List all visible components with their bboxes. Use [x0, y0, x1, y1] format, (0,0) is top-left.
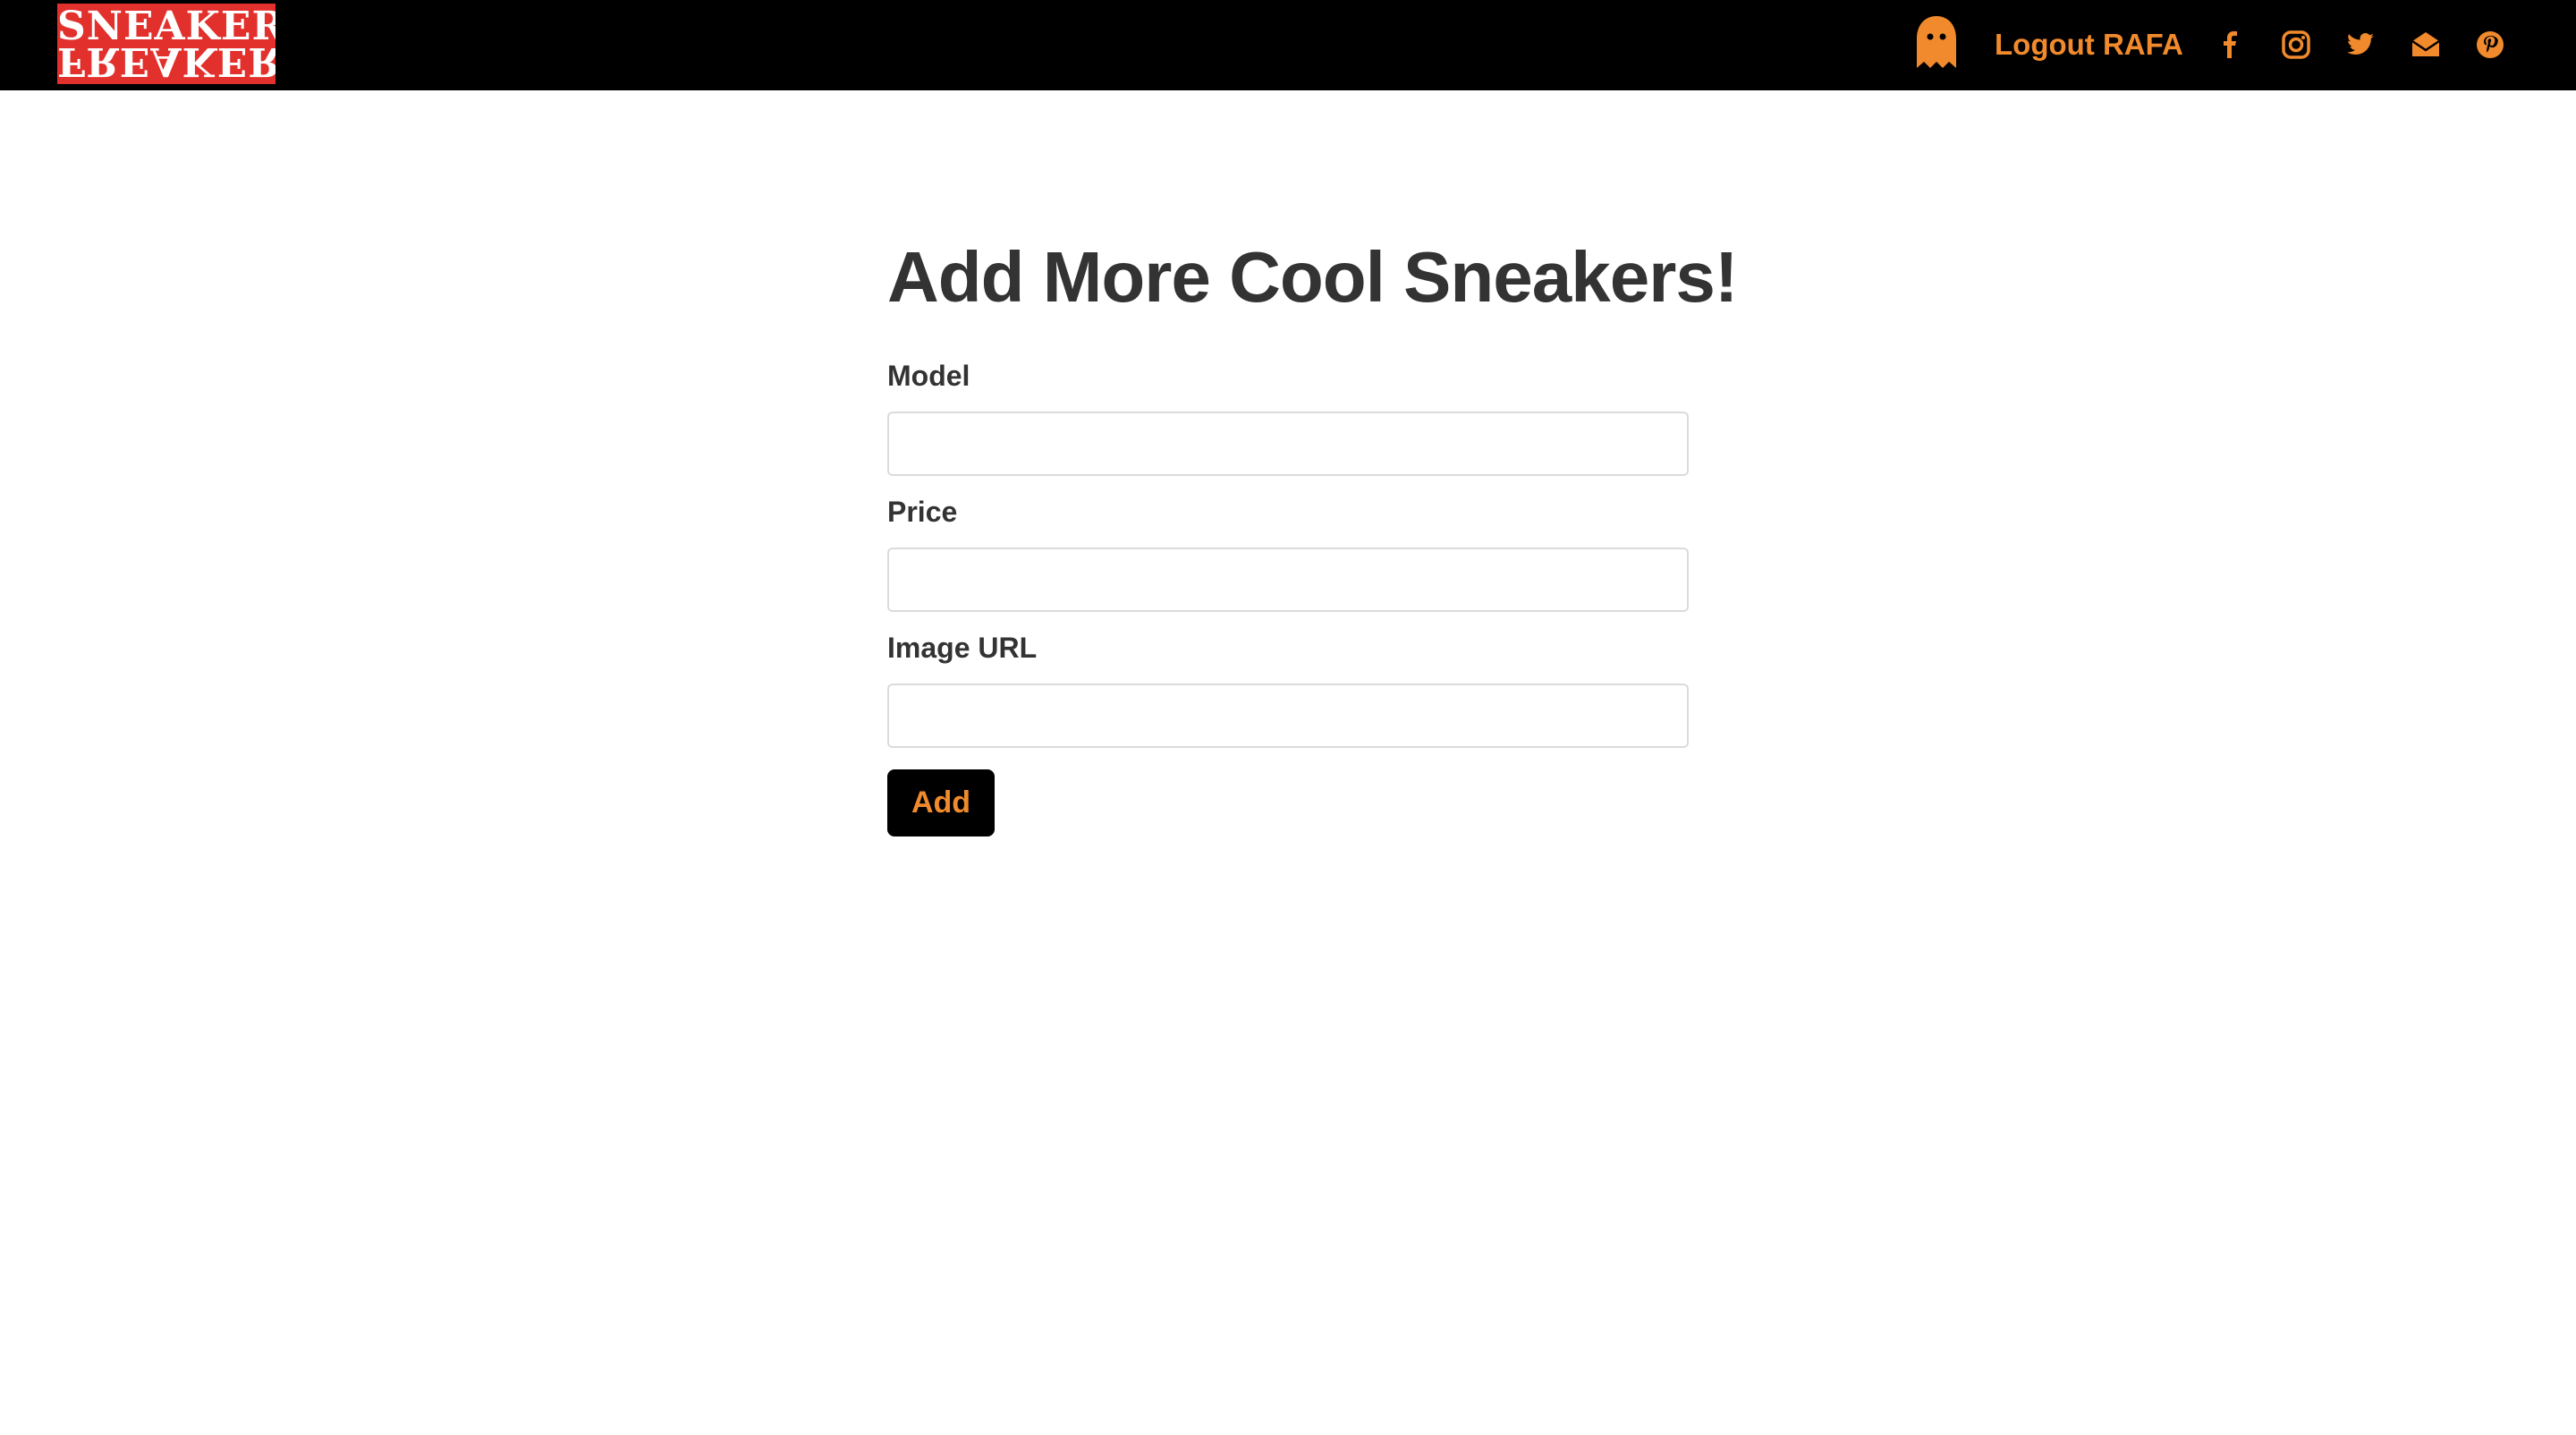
model-input[interactable]: [887, 412, 1689, 476]
logout-link[interactable]: Logout RAFA: [1995, 27, 2183, 63]
twitter-icon[interactable]: [2344, 29, 2377, 61]
model-label: Model: [887, 360, 970, 392]
envelope-icon[interactable]: [2410, 29, 2442, 61]
logo-text-bottom: FREAKER: [57, 38, 275, 84]
add-sneaker-form: Add More Cool Sneakers! Model Price Imag…: [887, 234, 1739, 836]
image-url-input[interactable]: [887, 684, 1689, 748]
instagram-icon[interactable]: [2280, 29, 2312, 61]
pinterest-icon[interactable]: [2474, 29, 2506, 61]
page-title: Add More Cool Sneakers!: [887, 237, 1739, 317]
navbar: SNEAKER FREAKER Logout RAFA: [0, 0, 2576, 90]
brand-logo[interactable]: SNEAKER FREAKER: [57, 4, 275, 84]
add-button[interactable]: Add: [887, 769, 995, 836]
image-url-label: Image URL: [887, 632, 1038, 664]
price-input[interactable]: [887, 548, 1689, 612]
price-label: Price: [887, 496, 958, 528]
facebook-icon[interactable]: [2215, 29, 2247, 61]
ghost-icon: [1917, 16, 1956, 68]
